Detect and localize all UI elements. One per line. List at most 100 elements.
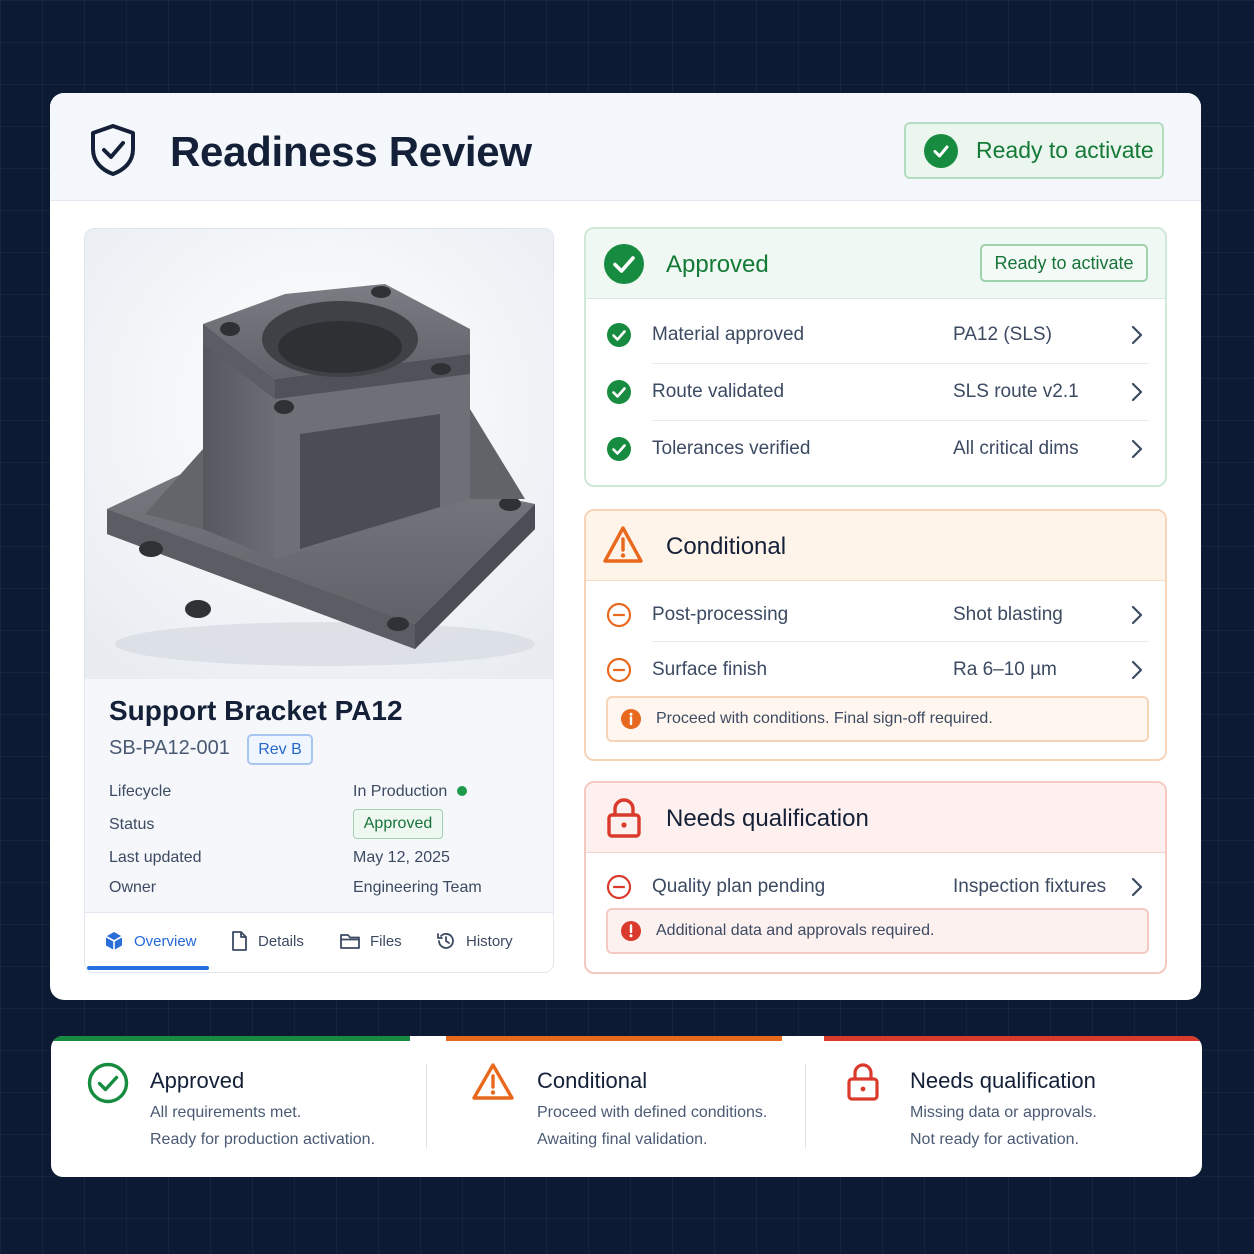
minus-circle-icon [606,602,632,627]
card-header: Readiness Review Ready to activate [50,93,1201,201]
tab-history-label: History [466,932,513,950]
last-updated-value: May 12, 2025 [353,849,450,866]
needs-qualification-panel-title: Needs qualification [666,805,869,832]
legend-conditional-line2: Awaiting final validation. [537,1131,708,1148]
history-icon [437,933,454,949]
lifecycle-value: In Production [353,783,448,800]
conditional-note: Proceed with conditions. Final sign-off … [606,696,1149,742]
needs-qualification-note-text: Additional data and approvals required. [656,922,935,939]
conditional-panel-header: Conditional [586,511,1165,581]
legend-divider [426,1064,427,1149]
item-label: Quality plan pending [652,875,826,897]
chevron-right-icon [1131,325,1143,345]
readiness-review-card: Readiness Review Ready to activate Suppo… [50,93,1201,1000]
conditional-color-bar [446,1036,782,1041]
status-badge: Approved [353,809,443,839]
owner-value: Engineering Team [353,879,482,896]
active-tab-indicator [87,966,209,970]
product-name: Support Bracket PA12 [109,695,403,726]
list-item[interactable]: Surface finish Ra 6–10 µm [606,641,1149,698]
owner-label: Owner [109,879,157,896]
item-value: SLS route v2.1 [953,380,1079,402]
check-circle-icon [604,244,644,284]
item-value: Shot blasting [953,603,1063,625]
item-label: Post-processing [652,603,789,625]
product-tab-bar: Overview Details Files History [85,912,553,972]
lifecycle-label: Lifecycle [109,783,172,800]
shield-check-icon [91,124,135,176]
check-circle-icon [87,1062,129,1104]
needs-qualification-panel: Needs qualification Quality plan pending… [584,781,1167,974]
legend-divider [805,1064,806,1149]
list-item[interactable]: Post-processing Shot blasting [606,586,1149,643]
tab-overview-label: Overview [134,932,197,950]
status-legend: Approved All requirements met. Ready for… [51,1036,1202,1177]
list-item[interactable]: Material approved PA12 (SLS) [606,306,1149,363]
conditional-note-text: Proceed with conditions. Final sign-off … [656,710,993,727]
warning-triangle-icon [603,526,643,563]
tab-history[interactable]: History [435,913,513,969]
legend-conditional-line1: Proceed with defined conditions. [537,1104,768,1121]
legend-needs-qualification-line1: Missing data or approvals. [910,1104,1097,1121]
item-value: Inspection fixtures [953,875,1107,897]
tab-details-label: Details [258,932,304,950]
needs-qualification-panel-header: Needs qualification [586,783,1165,853]
chevron-right-icon [1131,877,1143,897]
legend-approved-line2: Ready for production activation. [150,1131,376,1148]
conditional-panel: Conditional Post-processing Shot blastin… [584,509,1167,761]
chevron-right-icon [1131,439,1143,459]
tab-files-label: Files [370,932,402,950]
check-circle-icon [924,133,958,168]
item-value: Ra 6–10 µm [953,658,1057,680]
conditional-panel-title: Conditional [666,533,787,560]
item-label: Surface finish [652,658,768,680]
legend-approved-line1: All requirements met. [150,1104,302,1121]
list-item[interactable]: Route validated SLS route v2.1 [606,363,1149,420]
last-updated-label: Last updated [109,849,202,866]
alert-icon [621,921,641,941]
check-circle-icon [607,436,631,461]
legend-needs-qualification-title: Needs qualification [910,1068,1096,1093]
item-label: Tolerances verified [652,437,811,459]
item-value: All critical dims [953,437,1079,459]
item-value: PA12 (SLS) [953,323,1052,345]
approved-panel-header: Approved Ready to activate [586,229,1165,299]
cube-icon [105,932,123,950]
item-label: Route validated [652,380,785,402]
document-icon [232,931,247,951]
part-number: SB-PA12-001 [109,737,230,759]
status-label: Status [109,816,155,833]
info-icon [621,709,641,729]
check-circle-icon [607,322,631,347]
check-circle-icon [607,379,631,404]
tab-files[interactable]: Files [339,913,402,969]
legend-needs-qualification-line2: Not ready for activation. [910,1131,1079,1148]
lifecycle-status-dot [457,786,467,796]
ready-to-activate-button[interactable]: Ready to activate [980,244,1148,282]
revision-badge: Rev B [247,734,313,765]
approved-color-bar [51,1036,410,1041]
product-card: Support Bracket PA12 SB-PA12-001 Rev B L… [84,228,554,973]
legend-conditional-title: Conditional [537,1068,648,1093]
approved-panel: Approved Ready to activate Material appr… [584,227,1167,487]
folder-icon [340,934,360,949]
list-item[interactable]: Tolerances verified All critical dims [606,420,1149,477]
lock-icon [607,798,641,838]
ready-to-activate-status[interactable]: Ready to activate [904,122,1164,179]
legend-approved-title: Approved [150,1068,245,1093]
page-title: Readiness Review [170,128,532,175]
warning-triangle-icon [472,1063,514,1100]
tab-overview[interactable]: Overview [103,913,197,969]
list-item[interactable]: Quality plan pending Inspection fixtures [606,858,1149,915]
lock-icon [847,1063,879,1101]
chevron-right-icon [1131,605,1143,625]
chevron-right-icon [1131,660,1143,680]
approved-panel-title: Approved [666,251,769,278]
chevron-right-icon [1131,382,1143,402]
tab-details[interactable]: Details [229,913,304,969]
needs-qualification-color-bar [824,1036,1202,1041]
part-render-image [85,229,553,679]
ready-to-activate-label: Ready to activate [976,137,1154,163]
item-label: Material approved [652,323,805,345]
minus-circle-icon [606,874,632,899]
